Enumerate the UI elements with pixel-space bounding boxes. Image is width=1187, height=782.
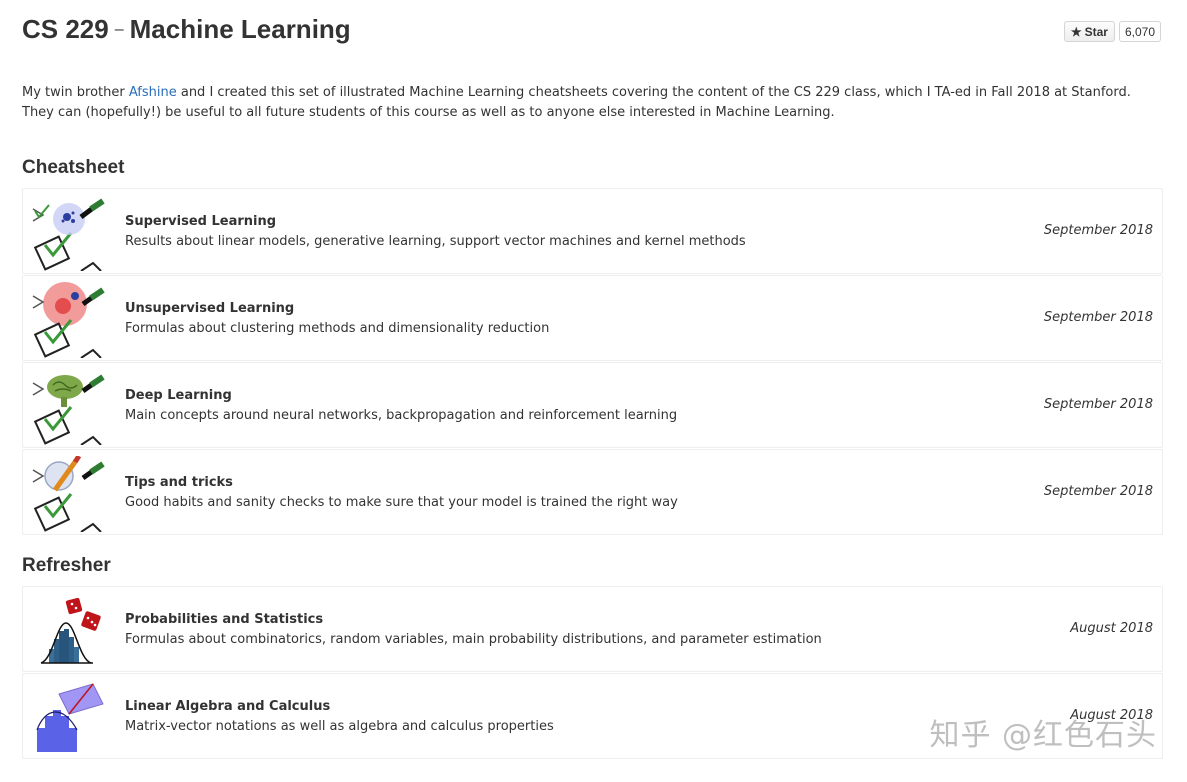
card-description: Matrix-vector notations as well as algeb… xyxy=(125,719,554,734)
card-name: Linear Algebra and Calculus xyxy=(125,699,331,714)
cheatsheet-section-title: Cheatsheet xyxy=(22,157,125,178)
intro-text: My twin brother Afshine and I created th… xyxy=(22,83,1132,123)
star-icon: ★ xyxy=(1070,24,1082,39)
card-name: Tips and tricks xyxy=(125,475,233,490)
title-separator: – xyxy=(114,21,124,38)
course-code: CS 229 xyxy=(22,14,109,44)
github-star-button[interactable]: ★ Star xyxy=(1063,21,1115,42)
card-date: September 2018 xyxy=(1043,397,1153,412)
afshine-link[interactable]: Afshine xyxy=(129,85,177,100)
cheatsheet-card-unsupervised-learning[interactable]: Unsupervised Learning Formulas about clu… xyxy=(22,275,1163,361)
intro-after-link: and I created this set of illustrated Ma… xyxy=(22,85,1131,120)
card-date: August 2018 xyxy=(1070,621,1153,636)
card-name: Probabilities and Statistics xyxy=(125,612,324,627)
refresher-section-title: Refresher xyxy=(22,555,111,576)
card-description: Formulas about clustering methods and di… xyxy=(125,321,550,336)
course-subject: Machine Learning xyxy=(129,14,351,44)
card-date: September 2018 xyxy=(1043,223,1153,238)
zhihu-watermark: 知乎 @红色石头 xyxy=(929,718,1157,753)
cheatsheet-card-deep-learning[interactable]: Deep Learning Main concepts around neura… xyxy=(22,362,1163,448)
card-name: Deep Learning xyxy=(125,388,232,403)
unsupervised-learning-icon xyxy=(32,282,105,358)
card-date: September 2018 xyxy=(1043,310,1153,325)
probabilities-dice-icon xyxy=(40,597,101,664)
refresher-card-probabilities-and-statistics[interactable]: Probabilities and Statistics Formulas ab… xyxy=(22,586,1163,672)
intro-before-link: My twin brother xyxy=(22,85,129,100)
linear-algebra-icon xyxy=(36,683,104,752)
card-name: Unsupervised Learning xyxy=(125,301,295,316)
card-description: Formulas about combinatorics, random var… xyxy=(125,632,822,647)
cheatsheet-list: Supervised Learning Results about linear… xyxy=(22,188,1163,536)
star-count[interactable]: 6,070 xyxy=(1118,21,1161,42)
card-description: Results about linear models, generative … xyxy=(125,234,746,249)
card-description: Main concepts around neural networks, ba… xyxy=(125,408,678,423)
card-date: September 2018 xyxy=(1043,484,1153,499)
cheatsheet-card-supervised-learning[interactable]: Supervised Learning Results about linear… xyxy=(22,188,1163,274)
card-description: Good habits and sanity checks to make su… xyxy=(125,495,678,510)
github-star-widget: ★ Star 6,070 xyxy=(1063,21,1161,42)
card-name: Supervised Learning xyxy=(125,214,277,229)
tips-and-tricks-icon xyxy=(32,456,105,532)
star-label: Star xyxy=(1084,24,1108,39)
deep-learning-icon xyxy=(32,374,105,445)
supervised-learning-icon xyxy=(32,198,105,271)
page-title: CS 229– Machine Learning xyxy=(22,14,351,45)
cheatsheet-card-tips-and-tricks[interactable]: Tips and tricks Good habits and sanity c… xyxy=(22,449,1163,535)
